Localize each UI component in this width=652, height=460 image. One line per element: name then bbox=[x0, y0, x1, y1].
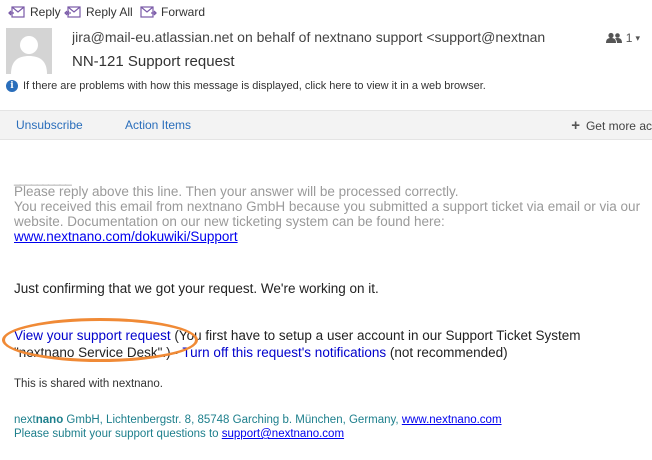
email-subject: NN-121 Support request bbox=[72, 53, 235, 70]
forward-button[interactable]: Forward bbox=[139, 3, 205, 21]
plus-icon: + bbox=[571, 117, 580, 134]
action-bar: Unsubscribe Action Items + Get more ac bbox=[0, 110, 652, 140]
person-placeholder-icon bbox=[6, 28, 52, 74]
email-footer: nextnano GmbH, Lichtenbergstr. 8, 85748 … bbox=[14, 413, 502, 441]
view-support-request-link[interactable]: View your support request bbox=[14, 328, 171, 343]
infobar-text: If there are problems with how this mess… bbox=[23, 80, 486, 92]
unsubscribe-link[interactable]: Unsubscribe bbox=[16, 118, 83, 132]
get-more-apps-button[interactable]: + Get more ac bbox=[571, 117, 652, 134]
reply-label: Reply bbox=[30, 5, 61, 19]
action-items-link[interactable]: Action Items bbox=[125, 118, 191, 132]
get-more-label: Get more ac bbox=[585, 118, 652, 133]
turn-off-notifications-link[interactable]: Turn off this request's notifications bbox=[182, 345, 386, 360]
footer-website-link[interactable]: www.nextnano.com bbox=[402, 414, 502, 426]
reply-icon bbox=[8, 6, 25, 18]
people-icon bbox=[605, 32, 622, 43]
chevron-down-icon: ▾ bbox=[635, 32, 640, 43]
recipients-button[interactable]: 1 ▾ bbox=[605, 31, 640, 45]
display-problem-infobar[interactable]: i If there are problems with how this me… bbox=[6, 80, 486, 92]
request-links-paragraph: View your support request (You first hav… bbox=[14, 327, 644, 361]
confirmation-message: Just confirming that we got your request… bbox=[14, 281, 379, 296]
footer-address: GmbH, Lichtenbergstr. 8, 85748 Garching … bbox=[63, 414, 402, 426]
shared-note: This is shared with nextnano. bbox=[14, 378, 163, 390]
info-icon: i bbox=[6, 80, 18, 92]
footer-brand-prefix: next bbox=[14, 414, 36, 426]
received-note: You received this email from nextnano Gm… bbox=[14, 199, 641, 229]
footer-submit-line: Please submit your support questions to … bbox=[14, 427, 502, 441]
reply-all-button[interactable]: Reply All bbox=[64, 3, 133, 21]
not-recommended-note: (not recommended) bbox=[386, 345, 508, 360]
email-notice: Please reply above this line. Then your … bbox=[14, 184, 644, 245]
forward-icon bbox=[140, 6, 157, 18]
recipients-count: 1 bbox=[625, 31, 633, 45]
reply-button[interactable]: Reply bbox=[8, 3, 61, 21]
reply-above-note: Please reply above this line. Then your … bbox=[14, 184, 459, 199]
footer-brand-bold: nano bbox=[35, 414, 64, 426]
footer-address-line: nextnano GmbH, Lichtenbergstr. 8, 85748 … bbox=[14, 413, 502, 427]
footer-submit-text: Please submit your support questions to bbox=[14, 428, 222, 440]
sender-line[interactable]: jira@mail-eu.atlassian.net on behalf of … bbox=[72, 29, 572, 45]
reply-all-label: Reply All bbox=[86, 5, 133, 19]
forward-label: Forward bbox=[161, 5, 206, 19]
sender-avatar bbox=[6, 28, 52, 74]
documentation-link[interactable]: www.nextnano.com/dokuwiki/Support bbox=[14, 229, 238, 244]
reply-all-icon bbox=[64, 6, 81, 18]
message-toolbar: Reply Reply All Forward bbox=[0, 0, 652, 24]
footer-email-link[interactable]: support@nextnano.com bbox=[222, 428, 344, 440]
